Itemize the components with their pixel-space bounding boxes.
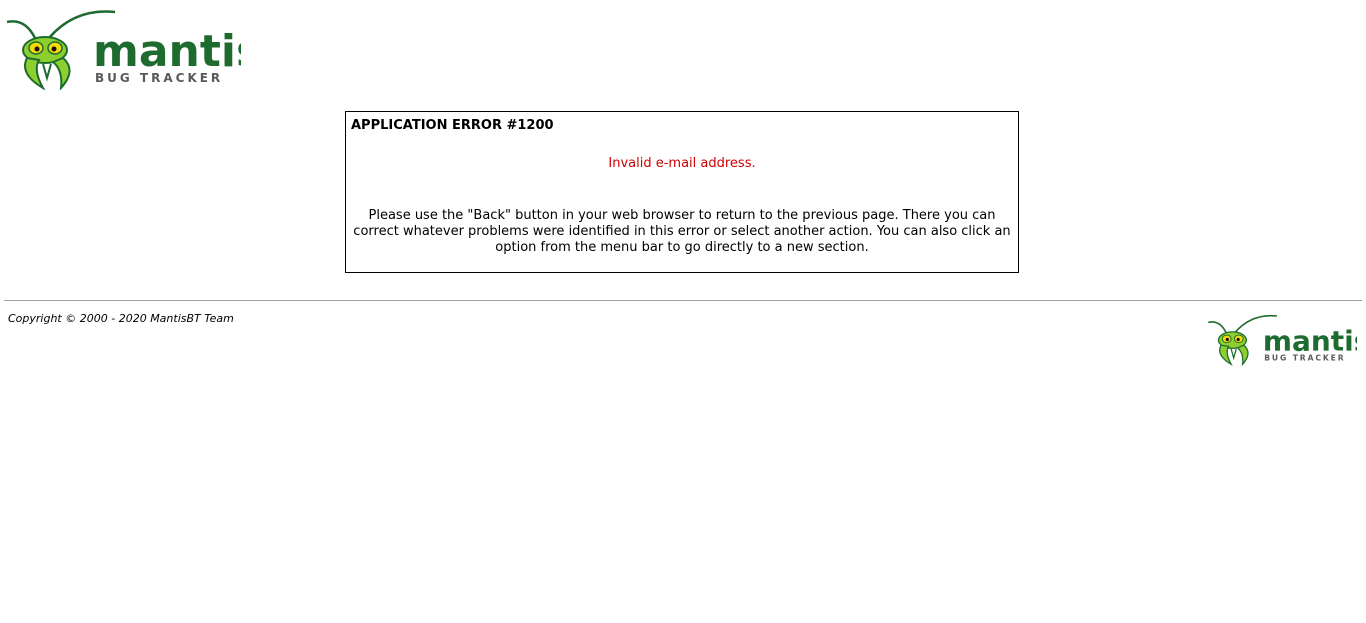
logo-brand-text: mantis — [93, 26, 241, 77]
footer-divider — [4, 300, 1362, 301]
mantis-logo-footer[interactable]: mantis BUG TRACKER — [1207, 313, 1357, 366]
error-help-text: Please use the "Back" button in your web… — [353, 208, 1011, 255]
logo-brand-text: mantis — [1263, 324, 1357, 357]
mantis-logo-icon: mantis BUG TRACKER — [1208, 314, 1357, 366]
error-box: APPLICATION ERROR #1200 Invalid e-mail a… — [345, 111, 1019, 273]
error-message: Invalid e-mail address. — [608, 156, 756, 171]
logo-tagline-text: BUG TRACKER — [1264, 353, 1345, 362]
error-title: APPLICATION ERROR #1200 — [351, 118, 554, 133]
copyright-text: Copyright © 2000 - 2020 MantisBT Team — [8, 312, 234, 325]
mantis-logo-icon: mantis BUG TRACKER — [6, 10, 241, 90]
mantis-logo-header[interactable]: mantis BUG TRACKER — [5, 8, 241, 90]
logo-tagline-text: BUG TRACKER — [95, 71, 223, 85]
